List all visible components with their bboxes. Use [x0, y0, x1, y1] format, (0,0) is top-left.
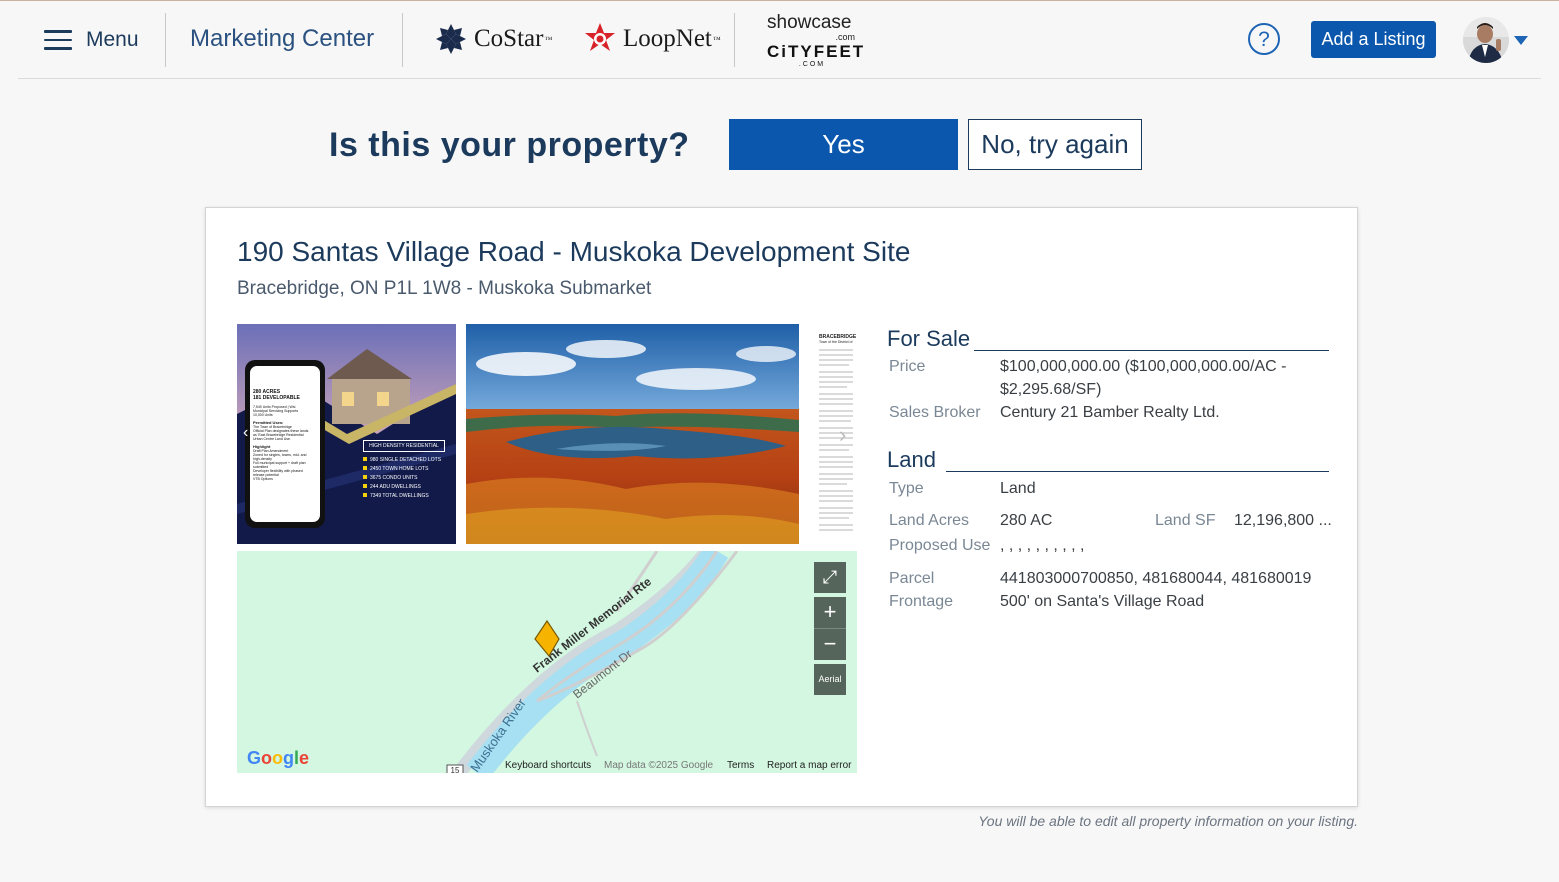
property-card: 190 Santas Village Road - Muskoka Develo…	[205, 207, 1358, 807]
sales-broker-label: Sales Broker	[889, 404, 981, 421]
marketing-center-title[interactable]: Marketing Center	[190, 25, 374, 53]
sales-broker-value: Century 21 Bamber Realty Ltd.	[1000, 404, 1220, 421]
add-listing-button[interactable]: Add a Listing	[1311, 21, 1436, 58]
chevron-right-icon[interactable]: ›	[839, 422, 846, 448]
map-data-attribution: Map data ©2025 Google	[604, 760, 714, 771]
parcel-label: Parcel	[889, 570, 935, 587]
keyboard-shortcuts-link[interactable]: Keyboard shortcuts	[505, 760, 591, 771]
menu-label: Menu	[86, 28, 139, 51]
costar-wordmark: CoStar	[474, 25, 544, 52]
proposed-use-value: , , , , , , , , , ,	[1000, 537, 1085, 554]
no-try-again-button[interactable]: No, try again	[968, 119, 1142, 170]
showcase-wordmark: showcase	[767, 12, 852, 33]
listing-photo-flyer[interactable]: 280 ACRES 181 DEVELOPABLE 7,549 Units Pr…	[237, 324, 456, 544]
for-sale-heading: For Sale	[887, 326, 971, 351]
fullscreen-icon[interactable]: ⤢	[814, 562, 846, 593]
price-label: Price	[889, 358, 926, 375]
yes-button[interactable]: Yes	[729, 119, 958, 170]
zoom-in-button[interactable]: +	[814, 597, 846, 628]
chevron-left-icon[interactable]: ‹	[243, 424, 248, 442]
property-confirm-question: Is this your property?	[329, 126, 690, 164]
zoom-out-button[interactable]: −	[814, 628, 846, 660]
section-divider	[946, 471, 1329, 472]
costar-star-icon	[436, 24, 466, 54]
parcel-value: 441803000700850, 481680044, 481680019	[1000, 570, 1312, 587]
land-sf-value: 12,196,800 ...	[1234, 512, 1332, 529]
showcase-cityfeet-logo[interactable]: showcase .com CiTYFEET .COM	[767, 12, 866, 69]
property-title: 190 Santas Village Road - Muskoka Develo…	[237, 236, 911, 267]
frontage-value: 500' on Santa's Village Road	[1000, 593, 1205, 610]
listing-photo-aerial[interactable]	[466, 324, 799, 544]
phone-graphic: 280 ACRES 181 DEVELOPABLE 7,549 Units Pr…	[245, 360, 325, 528]
help-icon[interactable]: ?	[1248, 23, 1280, 55]
aerial-toggle-button[interactable]: Aerial	[814, 664, 846, 695]
hamburger-icon	[44, 30, 72, 50]
divider	[402, 13, 403, 67]
route-shield-label: 15	[451, 766, 460, 773]
listing-photo-document[interactable]: BRACEBRIDGE Town of the District of ›	[809, 324, 857, 544]
report-map-error-link[interactable]: Report a map error	[767, 760, 851, 771]
land-sf-label: Land SF	[1155, 512, 1216, 529]
divider	[165, 13, 166, 67]
type-value: Land	[1000, 480, 1036, 497]
price-value: $100,000,000.00 ($100,000,000.00/AC -	[1000, 358, 1287, 375]
flyer-badge: HIGH DENSITY RESIDENTIAL	[363, 440, 445, 452]
app-header: Menu Marketing Center CoStar™ LoopNet™	[18, 1, 1541, 79]
divider	[734, 13, 735, 67]
loopnet-logo[interactable]: LoopNet ™	[583, 22, 721, 56]
property-map[interactable]: 15 Frank Miller Memorial Rte Beaumont Dr…	[237, 551, 857, 773]
chevron-down-icon[interactable]	[1514, 36, 1528, 45]
user-avatar[interactable]	[1463, 17, 1509, 63]
google-logo: Google	[247, 748, 310, 768]
menu-button[interactable]: Menu	[44, 23, 139, 57]
terms-link[interactable]: Terms	[727, 760, 754, 771]
flyer-stats: 980 SINGLE DETACHED LOTS 2450 TOWN HOME …	[363, 456, 441, 501]
loopnet-star-icon	[585, 23, 615, 51]
land-acres-value: 280 AC	[1000, 512, 1053, 529]
price-value-per-sf: $2,295.68/SF)	[1000, 381, 1102, 398]
type-label: Type	[889, 480, 924, 497]
proposed-use-label: Proposed Use	[889, 537, 991, 554]
property-location: Bracebridge, ON P1L 1W8 - Muskoka Submar…	[237, 278, 652, 299]
section-divider	[974, 350, 1329, 351]
edit-info-note: You will be able to edit all property in…	[978, 813, 1358, 829]
frontage-label: Frontage	[889, 593, 954, 610]
land-heading: Land	[887, 447, 936, 472]
land-acres-label: Land Acres	[889, 512, 970, 529]
costar-logo[interactable]: CoStar ™	[434, 22, 552, 56]
cityfeet-wordmark: CiTYFEET	[767, 42, 866, 61]
loopnet-wordmark: LoopNet	[623, 25, 712, 52]
